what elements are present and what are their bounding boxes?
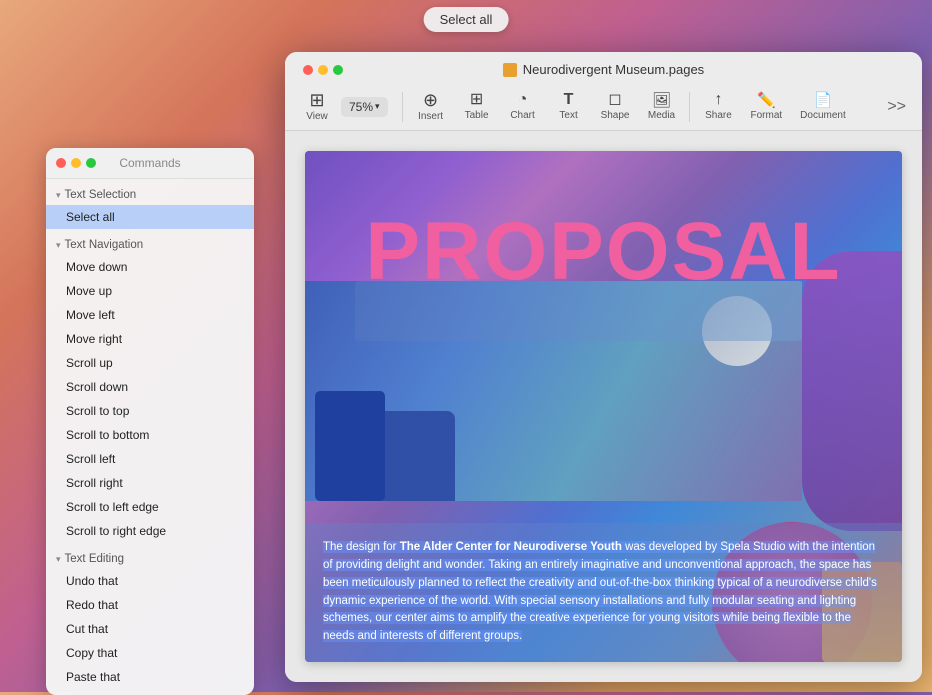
command-move-left[interactable]: Move left xyxy=(46,303,254,327)
command-scroll-to-bottom[interactable]: Scroll to bottom xyxy=(46,423,254,447)
command-paste[interactable]: Paste that xyxy=(46,665,254,689)
insert-icon: ⊕ xyxy=(423,91,438,109)
command-undo[interactable]: Undo that xyxy=(46,569,254,593)
command-scroll-up[interactable]: Scroll up xyxy=(46,351,254,375)
format-icon: ✏️ xyxy=(757,93,776,108)
insert-label: Insert xyxy=(418,111,443,122)
share-icon: ↑ xyxy=(714,92,722,108)
document-label: Document xyxy=(800,110,846,121)
section-header-text-navigation[interactable]: ▾ Text Navigation xyxy=(46,235,254,255)
command-move-right[interactable]: Move right xyxy=(46,327,254,351)
app-fullscreen-button[interactable] xyxy=(333,65,343,75)
app-traffic-lights xyxy=(303,65,343,75)
traffic-lights xyxy=(56,158,96,168)
app-title: Neurodivergent Museum.pages xyxy=(503,62,704,77)
command-scroll-left[interactable]: Scroll left xyxy=(46,447,254,471)
document-page: PROPOSAL The design for The Alder Center… xyxy=(305,151,902,662)
commands-panel: Commands ▾ Text Selection Select all ▾ T… xyxy=(46,148,254,695)
toolbar-more-button[interactable]: >> xyxy=(881,94,912,120)
select-all-button[interactable]: Select all xyxy=(424,7,509,32)
media-icon: 🖼 xyxy=(652,93,671,108)
zoom-control[interactable]: 75% ▾ xyxy=(341,97,388,117)
command-scroll-right[interactable]: Scroll right xyxy=(46,471,254,495)
command-move-down[interactable]: Move down xyxy=(46,255,254,279)
table-icon: ⊞ xyxy=(470,92,483,108)
section-label-text-selection: Text Selection xyxy=(65,189,137,201)
section-label-text-navigation: Text Navigation xyxy=(65,239,144,251)
command-scroll-down[interactable]: Scroll down xyxy=(46,375,254,399)
section-header-text-editing[interactable]: ▾ Text Editing xyxy=(46,549,254,569)
zoom-value: 75% xyxy=(349,100,373,114)
toolbar-view[interactable]: ⊞ View xyxy=(295,87,339,126)
furniture-2 xyxy=(315,391,385,501)
toolbar-format[interactable]: ✏️ Format xyxy=(742,89,790,125)
fullscreen-button[interactable] xyxy=(86,158,96,168)
view-label: View xyxy=(306,111,328,122)
shape-label: Shape xyxy=(601,110,630,121)
proposal-heading: PROPOSAL xyxy=(305,211,902,293)
minimize-button[interactable] xyxy=(71,158,81,168)
toolbar-table[interactable]: ⊞ Table xyxy=(455,88,499,125)
command-scroll-to-right-edge[interactable]: Scroll to right edge xyxy=(46,519,254,543)
toolbar-media[interactable]: 🖼 Media xyxy=(639,89,683,125)
close-button[interactable] xyxy=(56,158,66,168)
chart-icon: ◔ xyxy=(518,92,528,108)
command-move-up[interactable]: Move up xyxy=(46,279,254,303)
command-scroll-to-top[interactable]: Scroll to top xyxy=(46,399,254,423)
highlighted-text: The design for The Alder Center for Neur… xyxy=(323,541,877,642)
command-select-all[interactable]: Select all xyxy=(46,205,254,229)
body-text: The design for The Alder Center for Neur… xyxy=(323,539,884,646)
toolbar-divider-1 xyxy=(402,92,403,122)
toolbar-document[interactable]: 📄 Document xyxy=(792,89,854,125)
share-label: Share xyxy=(705,110,732,121)
table-label: Table xyxy=(465,110,489,121)
selected-text-overlay: The design for The Alder Center for Neur… xyxy=(305,523,902,662)
chevron-icon-edit: ▾ xyxy=(56,554,61,565)
commands-body: ▾ Text Selection Select all ▾ Text Navig… xyxy=(46,179,254,695)
app-title-text: Neurodivergent Museum.pages xyxy=(523,62,704,77)
page-hero: PROPOSAL The design for The Alder Center… xyxy=(305,151,902,662)
commands-title-bar: Commands xyxy=(46,148,254,179)
document-area[interactable]: PROPOSAL The design for The Alder Center… xyxy=(285,131,922,682)
app-minimize-button[interactable] xyxy=(318,65,328,75)
format-label: Format xyxy=(750,110,782,121)
media-label: Media xyxy=(648,110,675,121)
section-label-text-editing: Text Editing xyxy=(65,553,124,565)
command-cut[interactable]: Cut that xyxy=(46,617,254,641)
commands-panel-title: Commands xyxy=(119,156,180,170)
chart-label: Chart xyxy=(510,110,534,121)
toolbar: ⊞ View 75% ▾ ⊕ Insert ⊞ Table ◔ Chart xyxy=(295,83,912,130)
view-icon: ⊞ xyxy=(309,91,324,109)
command-copy[interactable]: Copy that xyxy=(46,641,254,665)
command-scroll-to-left-edge[interactable]: Scroll to left edge xyxy=(46,495,254,519)
text-label: Text xyxy=(559,110,577,121)
document-icon: 📄 xyxy=(814,93,833,108)
title-bar: Neurodivergent Museum.pages ⊞ View 75% ▾… xyxy=(285,52,922,131)
app-window: Neurodivergent Museum.pages ⊞ View 75% ▾… xyxy=(285,52,922,682)
toolbar-chart[interactable]: ◔ Chart xyxy=(501,88,545,125)
toolbar-shape[interactable]: ◻ Shape xyxy=(593,88,638,125)
app-close-button[interactable] xyxy=(303,65,313,75)
chevron-icon: ▾ xyxy=(56,190,61,201)
toolbar-view-zoom: ⊞ View 75% ▾ xyxy=(295,87,388,126)
toolbar-divider-2 xyxy=(689,92,690,122)
toolbar-insert[interactable]: ⊕ Insert xyxy=(409,87,453,126)
command-redo[interactable]: Redo that xyxy=(46,593,254,617)
zoom-chevron-icon: ▾ xyxy=(375,101,380,112)
pages-icon xyxy=(503,63,517,77)
text-icon: T xyxy=(564,92,574,108)
section-header-text-selection[interactable]: ▾ Text Selection xyxy=(46,185,254,205)
furniture-zone xyxy=(305,281,802,501)
title-row: Neurodivergent Museum.pages xyxy=(295,52,912,83)
shape-icon: ◻ xyxy=(608,92,621,108)
toolbar-text[interactable]: T Text xyxy=(547,88,591,125)
chevron-icon-nav: ▾ xyxy=(56,240,61,251)
toolbar-share[interactable]: ↑ Share xyxy=(696,88,740,125)
